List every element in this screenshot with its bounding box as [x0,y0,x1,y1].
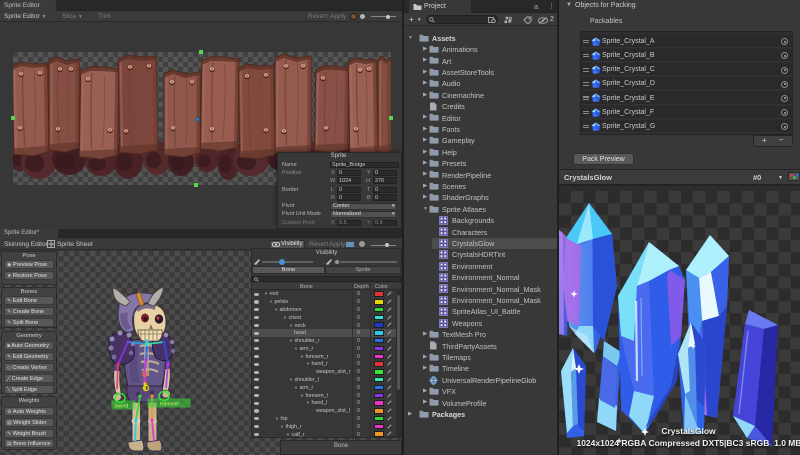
svg-text:Sword: Sword [114,404,128,410]
svg-text:Hammer: Hammer [160,402,180,408]
